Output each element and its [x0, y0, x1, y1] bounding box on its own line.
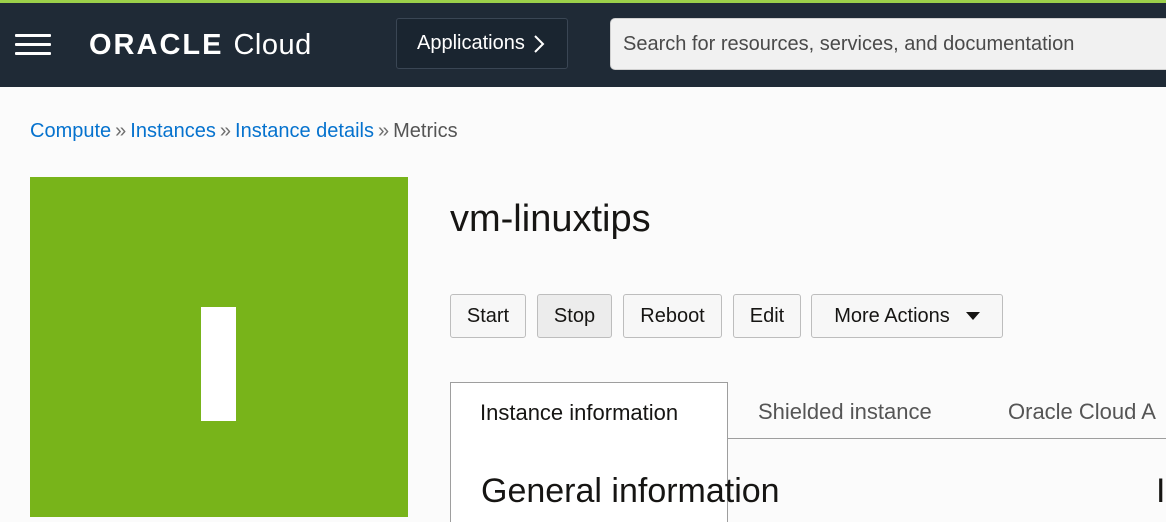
- instance-avatar-letter-i: [201, 307, 236, 421]
- tab-oracle-cloud-agent[interactable]: Oracle Cloud A: [1008, 399, 1156, 425]
- more-actions-button[interactable]: More Actions: [811, 294, 1003, 338]
- breadcrumb-separator: »: [219, 120, 232, 142]
- hamburger-menu-icon[interactable]: [15, 33, 51, 55]
- logo-cloud-text: Cloud: [233, 28, 312, 61]
- tab-shielded-instance[interactable]: Shielded instance: [758, 399, 932, 425]
- breadcrumb: Compute» Instances» Instance details» Metri…: [30, 120, 458, 143]
- logo-oracle-text: ORACLE: [89, 28, 224, 61]
- edit-button[interactable]: Edit: [733, 294, 801, 338]
- general-information-heading: General information: [481, 472, 780, 510]
- start-button[interactable]: Start: [450, 294, 526, 338]
- breadcrumb-current: Metrics: [393, 120, 458, 142]
- breadcrumb-link-instances[interactable]: Instances: [130, 120, 216, 142]
- caret-down-icon: [965, 312, 980, 320]
- applications-label: Applications: [417, 32, 525, 54]
- breadcrumb-separator: »: [115, 120, 127, 142]
- more-actions-label: More Actions: [834, 304, 950, 327]
- top-navigation-bar: ORACLE Cloud Applications: [0, 3, 1166, 87]
- breadcrumb-separator: »: [378, 120, 390, 142]
- breadcrumb-link-compute[interactable]: Compute: [30, 120, 111, 142]
- cut-off-heading: I: [1156, 472, 1166, 510]
- stop-button[interactable]: Stop: [537, 294, 612, 338]
- oracle-cloud-logo[interactable]: ORACLE Cloud: [89, 28, 312, 62]
- search-input[interactable]: [611, 19, 1166, 69]
- instance-title: vm-linuxtips: [450, 198, 651, 240]
- applications-button[interactable]: Applications: [396, 18, 568, 69]
- tabs-divider: [727, 438, 1166, 439]
- tab-instance-information[interactable]: Instance information: [480, 400, 678, 426]
- chevron-right-icon: [534, 34, 545, 53]
- search-box[interactable]: [610, 18, 1166, 70]
- instance-avatar-tile: [30, 177, 408, 517]
- breadcrumb-link-instance-details[interactable]: Instance details: [235, 120, 374, 142]
- reboot-button[interactable]: Reboot: [623, 294, 722, 338]
